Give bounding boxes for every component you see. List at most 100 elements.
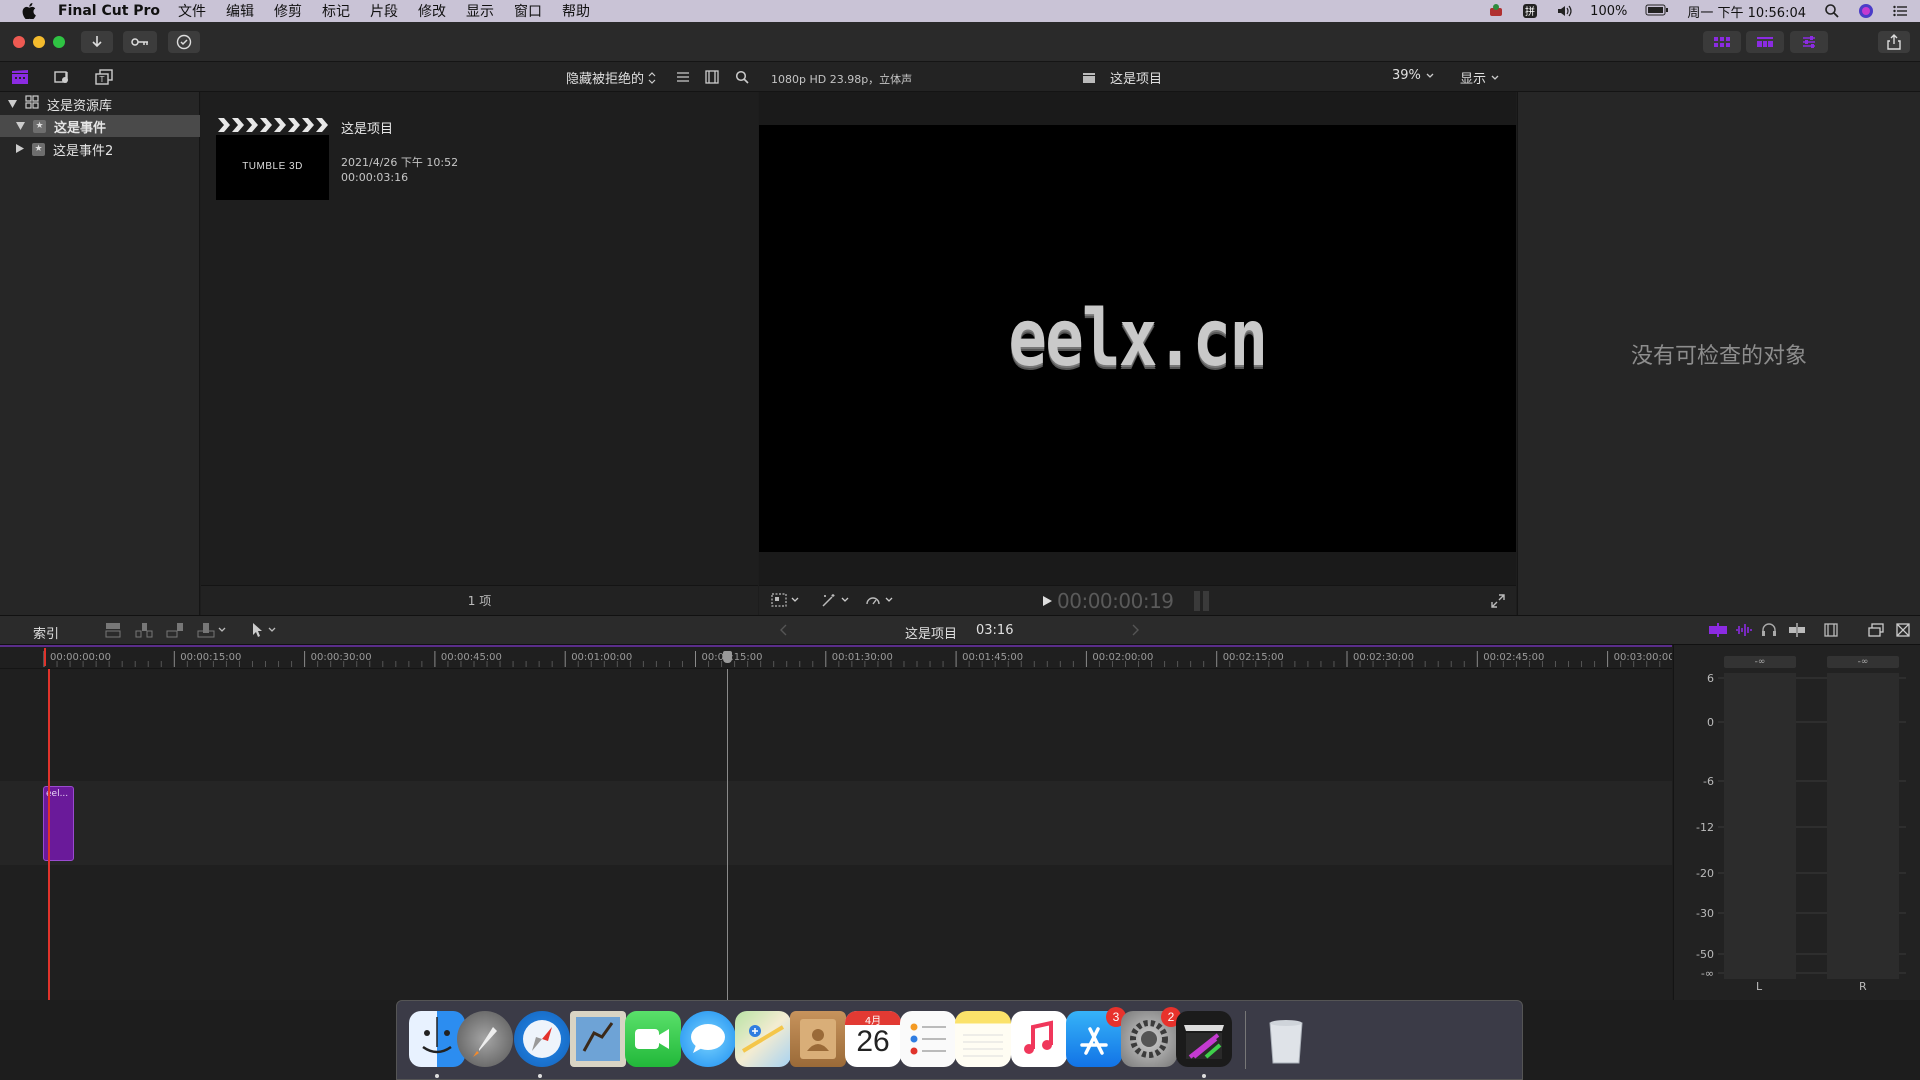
checkmark-circle-icon — [176, 34, 192, 50]
play-icon[interactable] — [1041, 595, 1053, 607]
transitions-browser-button[interactable] — [1896, 623, 1910, 640]
keywords-button[interactable] — [123, 31, 157, 53]
libraries-tab[interactable] — [9, 67, 31, 87]
primary-storyline[interactable] — [0, 781, 1672, 865]
clip-filter-dropdown[interactable]: 隐藏被拒绝的 — [566, 68, 656, 87]
timeline-forward-icon[interactable] — [1131, 624, 1139, 636]
snapping-button[interactable] — [1788, 623, 1806, 640]
project-title[interactable]: 这是项目 — [341, 118, 393, 137]
menu-mark[interactable]: 标记 — [322, 1, 350, 21]
menu-edit[interactable]: 编辑 — [226, 1, 254, 21]
audio-skimming-button[interactable] — [1735, 623, 1753, 640]
reminders-icon[interactable] — [900, 1011, 956, 1067]
clip-skimming-button[interactable] — [1708, 623, 1728, 640]
connect-clip-button[interactable] — [104, 622, 122, 641]
volume-icon[interactable] — [1556, 3, 1572, 19]
library-row[interactable]: 这是资源库 — [0, 93, 200, 115]
ruler-label: 00:01:15:00 — [702, 652, 763, 663]
timeline-back-icon[interactable] — [780, 624, 788, 636]
disclosure-open-icon[interactable] — [8, 97, 17, 112]
clip-appearance-button[interactable] — [701, 67, 723, 87]
project-thumbnail[interactable]: TUMBLE 3D — [216, 115, 329, 200]
timeline-ruler[interactable]: 00:00:00:00 00:00:15:00 00:00:30:00 00:00:4… — [0, 645, 1672, 669]
menu-file[interactable]: 文件 — [178, 1, 206, 21]
event-row-2[interactable]: ★ 这是事件2 — [0, 138, 200, 160]
safari-icon[interactable] — [514, 1011, 570, 1067]
mail-stamp-icon[interactable] — [570, 1011, 626, 1067]
menu-trim[interactable]: 修剪 — [274, 1, 302, 21]
event-star-icon: ★ — [32, 142, 45, 156]
peak-left: -∞ — [1724, 656, 1796, 668]
app-name-menu[interactable]: Final Cut Pro — [58, 3, 160, 19]
viewer-project-name: 这是项目 — [1110, 72, 1163, 87]
browser-search-button[interactable] — [731, 67, 753, 87]
calendar-day: 26 — [856, 1025, 890, 1058]
siri-icon[interactable] — [1858, 3, 1874, 19]
menubar-clock[interactable]: 周一 下午 10:56:04 — [1687, 2, 1806, 21]
skimmer-handle[interactable] — [723, 651, 732, 663]
input-method-icon[interactable]: 拼 — [1522, 3, 1538, 19]
background-tasks-button[interactable] — [168, 31, 200, 53]
status-app-icon[interactable] — [1488, 3, 1504, 19]
inspector-panel: 没有可检查的对象 — [1517, 92, 1920, 615]
launchpad-icon[interactable] — [457, 1011, 513, 1067]
share-button[interactable] — [1878, 31, 1910, 53]
disclosure-closed-icon[interactable] — [16, 142, 24, 157]
append-clip-button[interactable] — [166, 622, 184, 641]
show-inspector-button[interactable] — [1790, 31, 1828, 53]
titles-generators-tab[interactable]: T — [93, 67, 115, 87]
zoom-window-button[interactable] — [53, 36, 65, 48]
calendar-icon[interactable]: 4月 26 — [845, 1011, 901, 1067]
fullscreen-button[interactable] — [1490, 593, 1506, 612]
app-store-icon[interactable]: 3 — [1066, 1007, 1126, 1067]
battery-icon[interactable] — [1645, 3, 1669, 19]
insert-clip-button[interactable] — [135, 622, 153, 641]
menu-window[interactable]: 窗口 — [514, 1, 542, 21]
zoom-dropdown[interactable]: 39% — [1392, 68, 1434, 83]
contacts-icon[interactable] — [790, 1011, 846, 1067]
final-cut-pro-icon[interactable] — [1176, 1011, 1232, 1067]
facetime-icon[interactable] — [625, 1011, 681, 1067]
solo-button[interactable] — [1761, 623, 1777, 640]
updown-chevron-icon — [648, 71, 656, 84]
timecode-display[interactable]: 00:00:00:19 — [1057, 589, 1174, 613]
notification-center-icon[interactable] — [1892, 3, 1908, 19]
list-view-button[interactable] — [672, 67, 694, 87]
timeline-index-button[interactable]: 索引 — [33, 623, 59, 642]
retime-dropdown[interactable] — [865, 593, 893, 607]
trash-icon[interactable] — [1258, 1011, 1314, 1067]
playhead-marker[interactable] — [44, 648, 54, 666]
effects-browser-button[interactable] — [1868, 623, 1884, 640]
spotlight-search-icon[interactable] — [1824, 3, 1840, 19]
photos-audio-tab[interactable] — [51, 67, 73, 87]
show-browser-button[interactable] — [1703, 31, 1741, 53]
minimize-window-button[interactable] — [33, 36, 45, 48]
tool-select-dropdown[interactable] — [252, 622, 276, 638]
transform-dropdown[interactable] — [771, 593, 799, 607]
clip-appearance-timeline-button[interactable] — [1824, 623, 1838, 640]
notes-icon[interactable] — [955, 1011, 1011, 1067]
playhead[interactable] — [48, 669, 50, 1000]
disclosure-open-icon[interactable] — [16, 119, 25, 134]
battery-percent: 100% — [1590, 3, 1628, 19]
menu-clip[interactable]: 片段 — [370, 1, 398, 21]
meter-scale-label: 6 — [1707, 672, 1714, 685]
view-options-dropdown[interactable]: 显示 — [1460, 68, 1499, 87]
timeline-area[interactable]: eel... — [0, 669, 1672, 1000]
music-icon[interactable] — [1011, 1011, 1067, 1067]
event-row-1[interactable]: ★ 这是事件 — [0, 115, 200, 137]
menu-help[interactable]: 帮助 — [562, 1, 590, 21]
menu-view[interactable]: 显示 — [466, 1, 494, 21]
enhancements-dropdown[interactable] — [821, 593, 849, 607]
apple-menu-icon[interactable] — [18, 0, 40, 22]
show-timeline-button[interactable] — [1746, 31, 1784, 53]
import-button[interactable] — [81, 31, 113, 53]
menu-modify[interactable]: 修改 — [418, 1, 446, 21]
system-preferences-icon[interactable]: 2 — [1121, 1007, 1181, 1067]
maps-icon[interactable] — [735, 1011, 791, 1067]
close-window-button[interactable] — [13, 36, 25, 48]
overwrite-dropdown[interactable] — [197, 622, 226, 638]
filmstrip-icon — [705, 70, 719, 84]
messages-icon[interactable] — [680, 1011, 736, 1067]
video-canvas[interactable]: eelx.cn — [759, 125, 1516, 552]
